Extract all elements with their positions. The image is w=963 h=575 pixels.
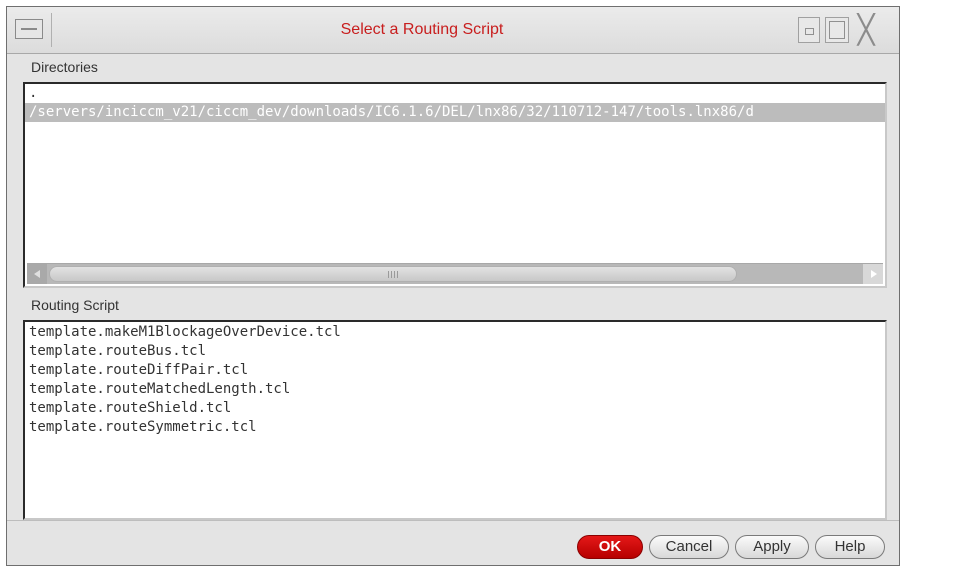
directory-item[interactable]: . xyxy=(25,84,885,103)
directories-list[interactable]: . /servers/inciccm_v21/ciccm_dev/downloa… xyxy=(23,82,887,288)
minimize-icon[interactable] xyxy=(798,17,820,43)
script-item[interactable]: template.routeSymmetric.tcl xyxy=(25,418,885,437)
close-icon[interactable]: ╳ xyxy=(853,16,879,44)
script-item[interactable]: template.routeBus.tcl xyxy=(25,342,885,361)
window-menu-icon[interactable] xyxy=(15,19,43,39)
scroll-right-arrow-icon[interactable] xyxy=(863,264,883,284)
script-item[interactable]: template.routeShield.tcl xyxy=(25,399,885,418)
apply-button[interactable]: Apply xyxy=(735,535,809,559)
horizontal-scrollbar[interactable] xyxy=(27,263,883,284)
title-bar[interactable]: Select a Routing Script ╳ xyxy=(7,7,899,54)
scroll-left-arrow-icon[interactable] xyxy=(27,264,47,284)
routing-script-dialog: Select a Routing Script ╳ Directories . … xyxy=(6,6,900,566)
grip-icon xyxy=(388,271,400,278)
script-item[interactable]: template.routeDiffPair.tcl xyxy=(25,361,885,380)
maximize-icon[interactable] xyxy=(825,17,849,43)
directories-label: Directories xyxy=(31,59,98,75)
help-button[interactable]: Help xyxy=(815,535,885,559)
routing-script-list[interactable]: template.makeM1BlockageOverDevice.tcl te… xyxy=(23,320,887,520)
button-bar: OK Cancel Apply Help xyxy=(7,520,899,565)
cancel-button[interactable]: Cancel xyxy=(649,535,729,559)
routing-script-label: Routing Script xyxy=(31,297,119,313)
window-title: Select a Routing Script xyxy=(340,21,504,38)
script-item[interactable]: template.routeMatchedLength.tcl xyxy=(25,380,885,399)
directory-item-selected[interactable]: /servers/inciccm_v21/ciccm_dev/downloads… xyxy=(25,103,885,122)
ok-button[interactable]: OK xyxy=(577,535,643,559)
script-item[interactable]: template.makeM1BlockageOverDevice.tcl xyxy=(25,323,885,342)
scrollbar-thumb[interactable] xyxy=(49,266,737,282)
